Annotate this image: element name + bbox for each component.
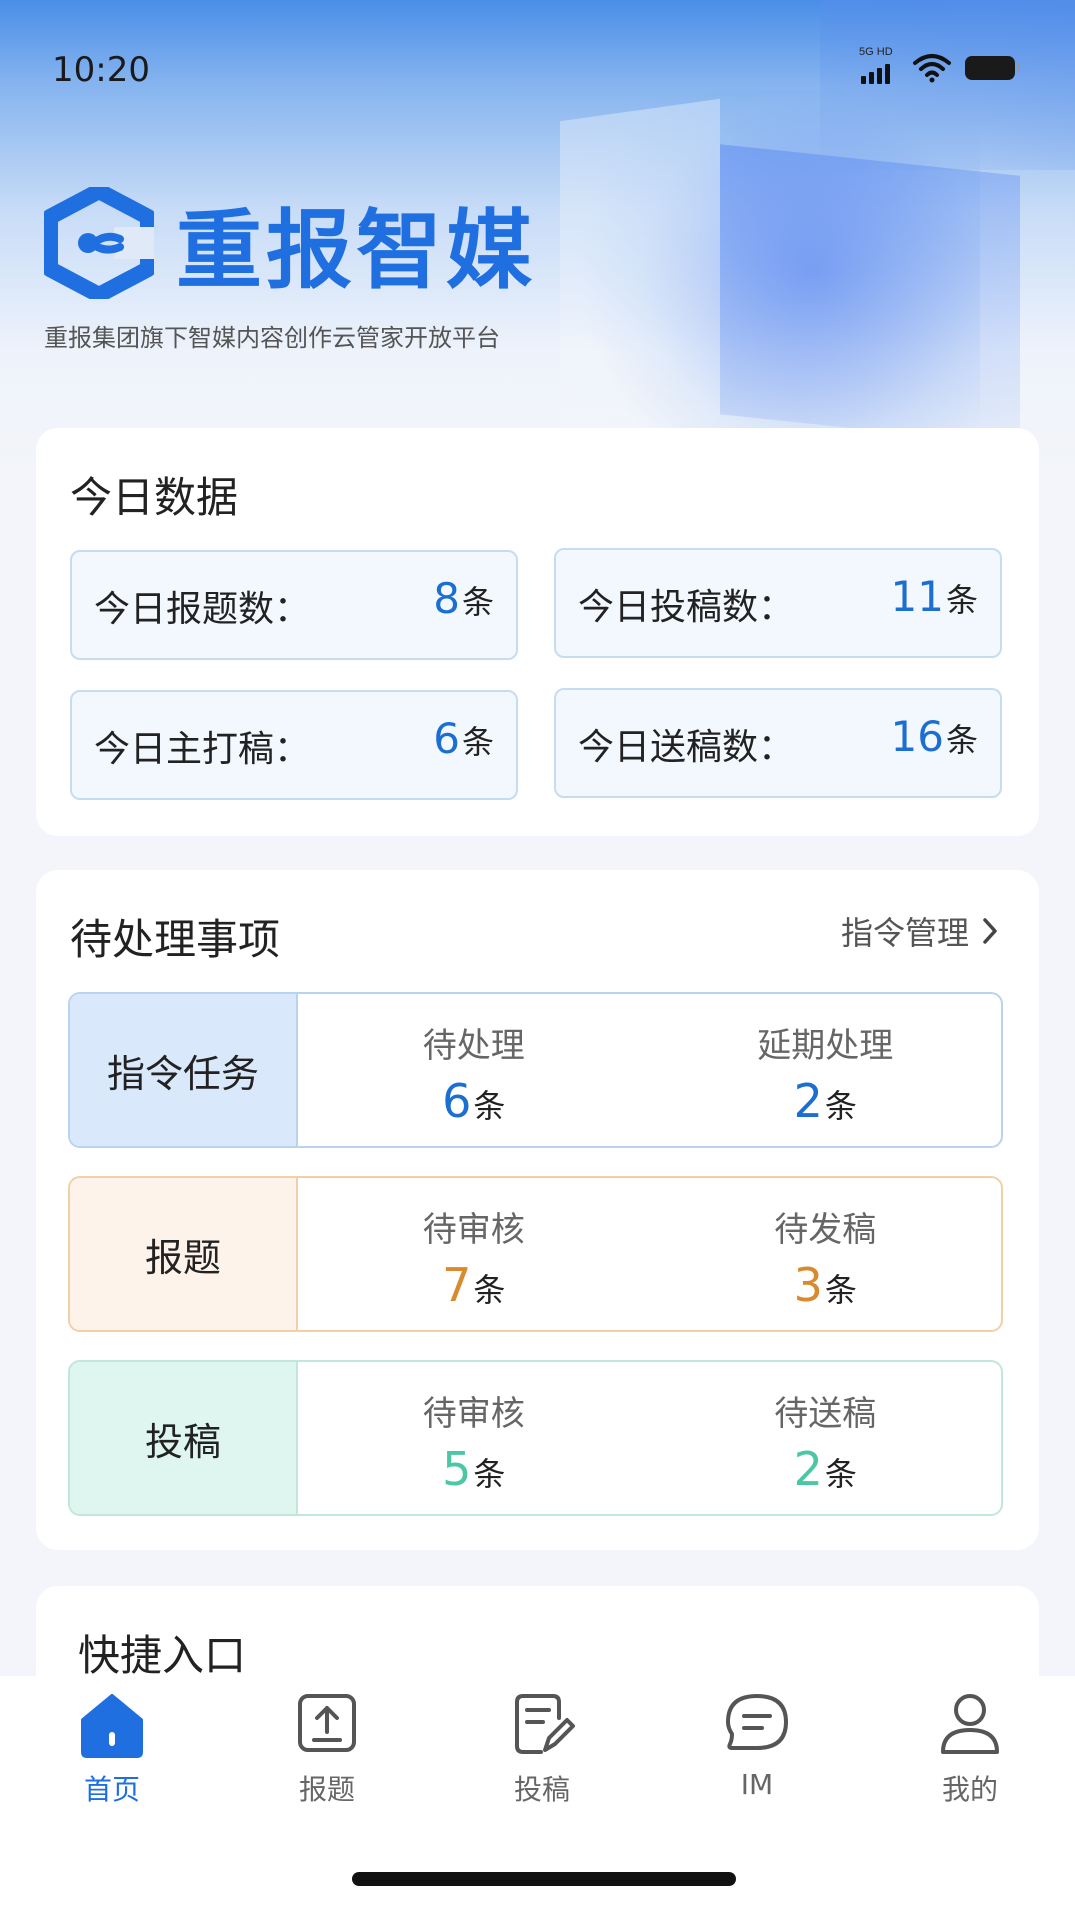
cellular-signal-icon: 5G HD <box>859 46 899 88</box>
logo-icon <box>44 186 154 299</box>
network-label: 5G <box>859 46 874 58</box>
cell-value: 7 <box>442 1258 472 1312</box>
pending-title: 待处理事项 <box>70 915 281 964</box>
chevron-right-icon <box>983 918 997 944</box>
stat-label: 今日投稿数： <box>578 587 795 628</box>
stat-value: 16 <box>890 712 944 761</box>
home-indicator <box>352 1872 736 1886</box>
pending-cell[interactable]: 待审核 7条 <box>298 1178 650 1330</box>
home-icon <box>81 1694 143 1758</box>
brand-logo: 重报智媒 <box>44 180 536 305</box>
pending-row-commands[interactable]: 指令任务 待处理 6条 延期处理 2条 <box>68 992 1003 1148</box>
tab-topics[interactable]: 报题 <box>262 1688 392 1808</box>
pending-cell[interactable]: 待审核 5条 <box>298 1362 650 1514</box>
cell-value: 3 <box>793 1258 823 1312</box>
cell-unit: 条 <box>824 1271 857 1309</box>
stat-label: 今日报题数： <box>94 589 311 630</box>
stat-value: 11 <box>890 572 944 621</box>
upload-icon <box>298 1694 356 1752</box>
stat-box-sent[interactable]: 今日送稿数： 16条 <box>554 688 1002 798</box>
brand-name: 重报智媒 <box>176 201 536 301</box>
cell-unit: 条 <box>473 1271 506 1309</box>
today-data-card: 今日数据 今日报题数： 8条 今日投稿数： 11条 今日主打稿： 6条 今日送稿… <box>36 428 1039 836</box>
pending-row-topics[interactable]: 报题 待审核 7条 待发稿 3条 <box>68 1176 1003 1332</box>
cell-unit: 条 <box>824 1455 857 1493</box>
tab-submit[interactable]: 投稿 <box>477 1688 607 1808</box>
row-tag: 投稿 <box>70 1362 298 1514</box>
cell-label: 延期处理 <box>757 1026 894 1066</box>
cell-label: 待审核 <box>422 1210 525 1250</box>
stat-label: 今日送稿数： <box>578 727 795 768</box>
hero-decoration <box>720 144 1020 446</box>
command-management-label: 指令管理 <box>840 914 969 952</box>
tab-profile[interactable]: 我的 <box>905 1688 1035 1808</box>
cell-unit: 条 <box>473 1455 506 1493</box>
pending-cell[interactable]: 待送稿 2条 <box>650 1362 1002 1514</box>
tab-im[interactable]: IM <box>692 1688 822 1801</box>
tab-label: 投稿 <box>513 1773 570 1806</box>
status-time: 10:20 <box>52 50 150 90</box>
stat-unit: 条 <box>945 721 978 759</box>
row-tag: 指令任务 <box>70 994 298 1146</box>
tab-home[interactable]: 首页 <box>47 1688 177 1808</box>
stat-box-featured[interactable]: 今日主打稿： 6条 <box>70 690 518 800</box>
stat-unit: 条 <box>945 581 978 619</box>
cell-label: 待发稿 <box>774 1210 877 1250</box>
stat-box-submissions[interactable]: 今日投稿数： 11条 <box>554 548 1002 658</box>
cell-label: 待送稿 <box>774 1394 877 1434</box>
cell-value: 5 <box>442 1442 472 1496</box>
hd-label: HD <box>876 46 893 58</box>
wifi-icon <box>913 54 951 83</box>
cell-value: 2 <box>793 1442 823 1496</box>
cell-label: 待审核 <box>422 1394 525 1434</box>
stat-unit: 条 <box>461 723 494 761</box>
cell-label: 待处理 <box>422 1026 525 1066</box>
stat-value: 8 <box>433 574 460 623</box>
today-data-title: 今日数据 <box>70 473 239 522</box>
pending-cell[interactable]: 待发稿 3条 <box>650 1178 1002 1330</box>
pending-row-submissions[interactable]: 投稿 待审核 5条 待送稿 2条 <box>68 1360 1003 1516</box>
brand-subtitle: 重报集团旗下智媒内容创作云管家开放平台 <box>44 324 500 352</box>
command-management-link[interactable]: 指令管理 <box>841 908 999 954</box>
edit-doc-icon <box>515 1694 575 1754</box>
pending-card: 待处理事项 指令管理 指令任务 待处理 6条 延期处理 2条 报题 待审核 7条… <box>36 870 1039 1550</box>
tab-label: IM <box>740 1768 774 1801</box>
pending-cell[interactable]: 待处理 6条 <box>298 994 650 1146</box>
battery-icon <box>965 56 1020 80</box>
cell-unit: 条 <box>824 1087 857 1125</box>
hero-decoration <box>560 98 720 442</box>
cell-value: 2 <box>793 1074 823 1128</box>
stat-value: 6 <box>433 714 460 763</box>
tab-label: 我的 <box>941 1773 998 1806</box>
stat-box-topics[interactable]: 今日报题数： 8条 <box>70 550 518 660</box>
row-tag: 报题 <box>70 1178 298 1330</box>
chat-icon <box>726 1694 788 1750</box>
stat-unit: 条 <box>461 583 494 621</box>
status-icons: 5G HD <box>859 46 1020 88</box>
tab-label: 报题 <box>298 1773 355 1806</box>
stat-label: 今日主打稿： <box>94 729 311 770</box>
pending-cell[interactable]: 延期处理 2条 <box>650 994 1002 1146</box>
cell-value: 6 <box>442 1074 472 1128</box>
tab-label: 首页 <box>83 1773 140 1806</box>
shortcuts-title: 快捷入口 <box>78 1631 247 1680</box>
user-icon <box>941 1694 999 1754</box>
cell-unit: 条 <box>473 1087 506 1125</box>
